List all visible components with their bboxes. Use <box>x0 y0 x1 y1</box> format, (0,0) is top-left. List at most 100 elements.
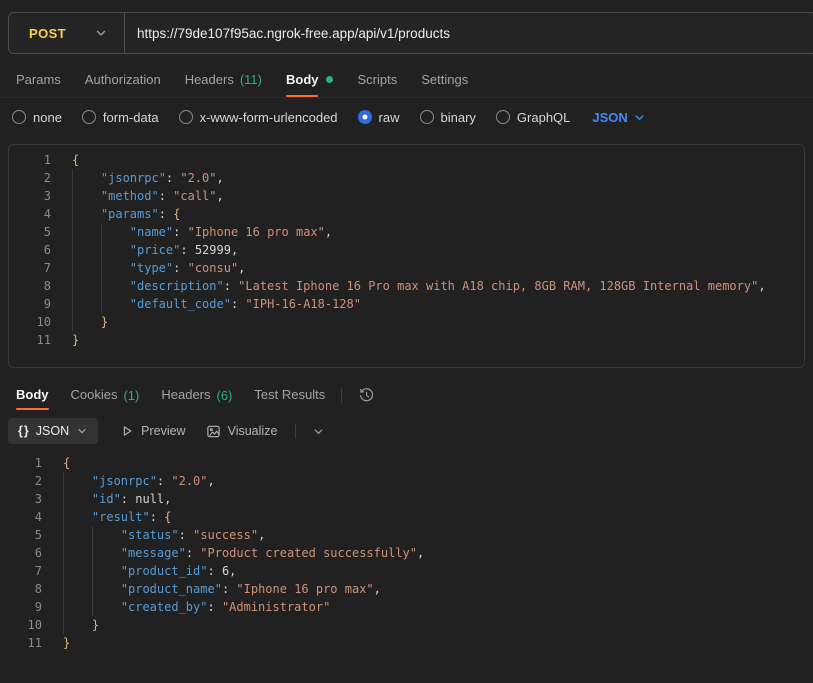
divider <box>295 424 296 439</box>
response-history-button[interactable] <box>358 387 375 404</box>
code-text: } <box>72 331 79 349</box>
response-tab-body[interactable]: Body <box>16 380 49 410</box>
body-type-none[interactable]: none <box>12 110 62 125</box>
raw-language-label: JSON <box>592 110 627 125</box>
request-tab-body[interactable]: Body <box>286 62 334 97</box>
code-line[interactable]: 9"created_by": "Administrator" <box>0 598 813 616</box>
line-number: 1 <box>0 454 42 472</box>
code-line[interactable]: 11} <box>0 634 813 652</box>
radio-button-icon <box>358 110 372 124</box>
code-line[interactable]: 10} <box>9 313 804 331</box>
radio-label: raw <box>379 110 400 125</box>
code-text: { <box>72 151 79 169</box>
radio-button-icon <box>420 110 434 124</box>
code-line[interactable]: 8"product_name": "Iphone 16 pro max", <box>0 580 813 598</box>
request-tabs: Params Authorization Headers (11) Body Script… <box>0 62 813 98</box>
body-type-raw[interactable]: raw <box>358 110 400 125</box>
response-tab-headers[interactable]: Headers(6) <box>161 380 232 410</box>
code-line[interactable]: 5"status": "success", <box>0 526 813 544</box>
tab-label: Headers <box>185 62 234 97</box>
indent-guide <box>72 169 101 187</box>
tab-label: Settings <box>421 62 468 97</box>
radio-button-icon <box>82 110 96 124</box>
tab-label: Body <box>286 62 319 97</box>
radio-button-icon <box>179 110 193 124</box>
response-tab-cookies[interactable]: Cookies(1) <box>71 380 140 410</box>
body-type-form-data[interactable]: form-data <box>82 110 159 125</box>
line-number: 10 <box>9 313 51 331</box>
line-number: 11 <box>0 634 42 652</box>
code-text: "params": { <box>72 205 180 223</box>
code-text: "method": "call", <box>72 187 224 205</box>
indent-guide <box>72 241 101 259</box>
response-tabs: Body Cookies(1) Headers(6) Test Results <box>16 380 325 410</box>
line-number: 11 <box>9 331 51 349</box>
indent-guide <box>92 526 121 544</box>
code-line[interactable]: 5"name": "Iphone 16 pro max", <box>9 223 804 241</box>
code-line[interactable]: 11} <box>9 331 804 349</box>
request-tab-authorization[interactable]: Authorization <box>85 62 161 97</box>
curly-braces-icon: { } <box>18 424 29 438</box>
line-number: 6 <box>9 241 51 259</box>
divider <box>341 388 342 403</box>
indent-guide <box>63 490 92 508</box>
body-type-graphql[interactable]: GraphQL <box>496 110 570 125</box>
indent-guide <box>63 616 92 634</box>
code-line[interactable]: 6 "message": "Product created successfull… <box>0 544 813 562</box>
indent-guide <box>72 187 101 205</box>
indent-guide <box>72 313 101 331</box>
line-number: 6 <box>0 544 42 562</box>
chevron-down-icon[interactable] <box>312 425 325 438</box>
code-text: "id": null, <box>63 490 171 508</box>
tab-count-badge: (11) <box>240 72 262 87</box>
line-number: 2 <box>9 169 51 187</box>
code-line[interactable]: 3 "id": null, <box>0 490 813 508</box>
code-text: "jsonrpc": "2.0", <box>63 472 215 490</box>
code-text: "description": "Latest Iphone 16 Pro max… <box>72 277 766 295</box>
method-selector[interactable]: POST <box>9 13 124 53</box>
indent-guide <box>63 526 92 544</box>
tab-label: Cookies <box>71 380 118 410</box>
raw-language-dropdown[interactable]: JSON <box>592 110 645 125</box>
visualize-button[interactable]: Visualize <box>206 424 278 439</box>
code-line[interactable]: 4"params": { <box>9 205 804 223</box>
code-text: } <box>63 616 99 634</box>
code-line[interactable]: 9"default_code": "IPH-16-A18-128" <box>9 295 804 313</box>
code-line[interactable]: 1{ <box>9 151 804 169</box>
request-tab-scripts[interactable]: Scripts <box>357 62 397 97</box>
line-number: 5 <box>9 223 51 241</box>
code-line[interactable]: 2"jsonrpc": "2.0", <box>9 169 804 187</box>
body-type-x-www-form-urlencoded[interactable]: x-www-form-urlencoded <box>179 110 338 125</box>
chevron-down-icon <box>633 111 646 124</box>
code-text: "message": "Product created successfully… <box>63 544 424 562</box>
code-line[interactable]: 2"jsonrpc": "2.0", <box>0 472 813 490</box>
indent-guide <box>92 562 121 580</box>
body-type-selector: none form-data x-www-form-urlencoded raw bin… <box>0 100 813 134</box>
code-line[interactable]: 4"result": { <box>0 508 813 526</box>
request-tab-headers[interactable]: Headers (11) <box>185 62 262 97</box>
response-tab-test-results[interactable]: Test Results <box>254 380 325 410</box>
preview-button[interactable]: Preview <box>120 424 185 438</box>
line-number: 3 <box>0 490 42 508</box>
code-text: "status": "success", <box>63 526 265 544</box>
radio-button-icon <box>496 110 510 124</box>
request-body-editor[interactable]: 1{2"jsonrpc": "2.0",3"method": "call",4"… <box>8 144 805 368</box>
code-line[interactable]: 8"description": "Latest Iphone 16 Pro ma… <box>9 277 804 295</box>
request-tab-settings[interactable]: Settings <box>421 62 468 97</box>
chevron-down-icon <box>76 425 88 437</box>
tab-label: Test Results <box>254 380 325 410</box>
code-line[interactable]: 3"method": "call", <box>9 187 804 205</box>
code-line[interactable]: 1{ <box>0 454 813 472</box>
line-number: 9 <box>0 598 42 616</box>
indent-guide <box>92 580 121 598</box>
code-line[interactable]: 7"type": "consu", <box>9 259 804 277</box>
radio-label: binary <box>441 110 476 125</box>
response-body-code[interactable]: 1{2"jsonrpc": "2.0",3 "id": null,4"result… <box>0 454 813 652</box>
code-line[interactable]: 7"product_id": 6, <box>0 562 813 580</box>
body-type-binary[interactable]: binary <box>420 110 476 125</box>
code-line[interactable]: 6"price": 52999, <box>9 241 804 259</box>
request-tab-params[interactable]: Params <box>16 62 61 97</box>
response-format-dropdown[interactable]: { } JSON <box>8 418 98 444</box>
url-input[interactable] <box>125 26 813 41</box>
code-line[interactable]: 10} <box>0 616 813 634</box>
